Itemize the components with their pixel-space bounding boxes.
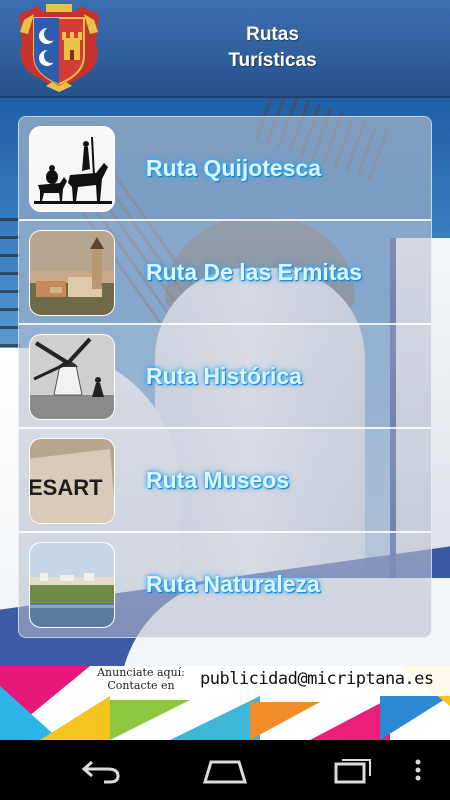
routes-list: Ruta Quijotesca Ruta De las Ermitas Ruta… xyxy=(18,116,432,638)
route-label: Ruta Quijotesca xyxy=(146,155,322,181)
ad-line1: Anunciate aquí: xyxy=(97,666,185,679)
route-item-museos[interactable]: ESART Ruta Museos xyxy=(19,429,431,533)
route-item-naturaleza[interactable]: Ruta Naturaleza xyxy=(19,533,431,637)
ad-text: Anunciate aquí: Contacte en xyxy=(86,666,196,692)
coat-of-arms-icon xyxy=(16,4,102,92)
museum-sign-photo-icon: ESART xyxy=(29,438,115,524)
landscape-photo-icon xyxy=(29,542,115,628)
don-quixote-silhouette-icon xyxy=(29,126,115,212)
town-church-photo-icon xyxy=(29,230,115,316)
route-label: Ruta Museos xyxy=(146,467,290,493)
route-item-quijotesca[interactable]: Ruta Quijotesca xyxy=(19,117,431,221)
home-icon[interactable] xyxy=(195,752,255,788)
page-title-line2: Turísticas xyxy=(228,50,317,71)
museum-sign-text: ESART xyxy=(30,475,103,500)
recent-apps-icon[interactable] xyxy=(322,752,382,788)
route-label: Ruta Naturaleza xyxy=(146,571,320,597)
route-label: Ruta Histórica xyxy=(146,363,302,389)
back-icon[interactable] xyxy=(70,752,130,788)
overflow-menu-icon[interactable] xyxy=(398,752,438,788)
app-header: Rutas Turísticas xyxy=(0,0,450,98)
page-title: Rutas Turísticas xyxy=(195,22,350,74)
route-item-ermitas[interactable]: Ruta De las Ermitas xyxy=(19,221,431,325)
system-navigation-bar xyxy=(0,740,450,800)
route-label: Ruta De las Ermitas xyxy=(146,259,363,285)
windmill-photo-icon xyxy=(29,334,115,420)
ad-email[interactable]: publicidad@micriptana.es xyxy=(200,669,434,689)
ad-banner[interactable]: Anunciate aquí: Contacte en publicidad@m… xyxy=(0,666,450,740)
ad-line2: Contacte en xyxy=(107,679,175,692)
page-title-line1: Rutas xyxy=(246,24,299,45)
route-item-historica[interactable]: Ruta Histórica xyxy=(19,325,431,429)
